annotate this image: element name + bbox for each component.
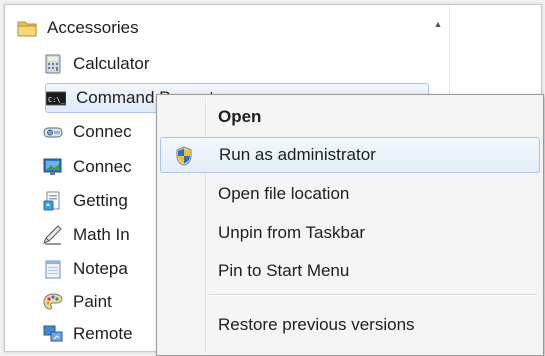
- remote-connect-icon: [43, 157, 63, 177]
- connect-projector-icon: [43, 122, 63, 142]
- menu-item-label: Unpin from Taskbar: [218, 223, 366, 242]
- menu-separator: [209, 294, 537, 296]
- scroll-up-arrow-icon[interactable]: ▲: [429, 13, 447, 35]
- program-label: Connec: [73, 122, 132, 141]
- menu-item-label: Open file location: [218, 184, 350, 203]
- folder-accessories[interactable]: Accessories: [17, 13, 403, 43]
- program-label: Getting: [73, 191, 128, 210]
- folder-label: Accessories: [47, 18, 139, 37]
- program-label: Paint: [73, 292, 112, 311]
- svg-text:C:\_: C:\_: [48, 96, 66, 104]
- menu-item-run-as-administrator[interactable]: Run as administrator: [160, 137, 540, 173]
- program-calculator[interactable]: Calculator: [43, 49, 429, 79]
- calculator-icon: [43, 54, 63, 74]
- context-menu: Open Run as administrator Open file loca…: [156, 94, 544, 356]
- menu-item-restore-previous-versions[interactable]: Restore previous versions: [160, 307, 540, 343]
- menu-item-unpin-from-taskbar[interactable]: Unpin from Taskbar: [160, 215, 540, 251]
- menu-item-label: Run as administrator: [219, 145, 376, 164]
- program-label: Connec: [73, 157, 132, 176]
- program-label: Notepa: [73, 259, 128, 278]
- program-label: Math In: [73, 225, 130, 244]
- program-label: Calculator: [73, 54, 150, 73]
- folder-icon: [17, 18, 37, 38]
- math-input-icon: [43, 225, 63, 245]
- menu-item-open-file-location[interactable]: Open file location: [160, 176, 540, 212]
- notepad-icon: [43, 259, 63, 279]
- uac-shield-icon: [175, 146, 193, 166]
- menu-item-label: Restore previous versions: [218, 315, 415, 334]
- command-prompt-icon: C:\_: [46, 88, 66, 108]
- remote-desktop-icon: [43, 324, 63, 344]
- menu-item-pin-to-start-menu[interactable]: Pin to Start Menu: [160, 253, 540, 289]
- program-label: Remote: [73, 324, 133, 343]
- getting-started-icon: [43, 191, 63, 211]
- menu-item-open[interactable]: Open: [160, 99, 540, 135]
- menu-item-label: Open: [218, 107, 262, 126]
- paint-icon: [43, 292, 63, 312]
- menu-item-label: Pin to Start Menu: [218, 261, 350, 280]
